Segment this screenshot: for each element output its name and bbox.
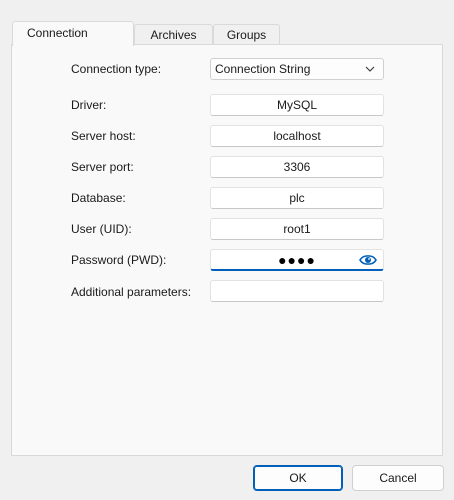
tab-archives[interactable]: Archives bbox=[134, 24, 213, 45]
password-value: ●●●● bbox=[278, 251, 316, 268]
password-field[interactable]: ●●●● bbox=[210, 249, 384, 271]
additional-parameters-field[interactable] bbox=[210, 280, 384, 302]
tab-connection-label: Connection bbox=[27, 26, 88, 40]
ok-button-label: OK bbox=[289, 471, 307, 485]
tab-connection[interactable]: Connection bbox=[12, 21, 134, 46]
driver-field[interactable]: MySQL bbox=[210, 94, 384, 116]
connection-panel: Connection type: Connection String Drive… bbox=[11, 44, 443, 456]
cancel-button-label: Cancel bbox=[379, 471, 417, 485]
database-value: plc bbox=[289, 191, 305, 205]
connection-type-select[interactable]: Connection String bbox=[210, 58, 384, 80]
additional-parameters-label: Additional parameters: bbox=[71, 285, 192, 299]
driver-label: Driver: bbox=[71, 98, 107, 112]
database-field[interactable]: plc bbox=[210, 187, 384, 209]
connection-type-label: Connection type: bbox=[71, 62, 162, 76]
tab-groups[interactable]: Groups bbox=[213, 24, 280, 45]
user-field[interactable]: root1 bbox=[210, 218, 384, 240]
database-label: Database: bbox=[71, 191, 126, 205]
connection-type-value: Connection String bbox=[215, 62, 311, 76]
tab-archives-label: Archives bbox=[150, 28, 197, 42]
server-port-field[interactable]: 3306 bbox=[210, 156, 384, 178]
server-port-label: Server port: bbox=[71, 160, 134, 174]
server-port-value: 3306 bbox=[283, 160, 311, 174]
server-host-field[interactable]: localhost bbox=[210, 125, 384, 147]
user-label: User (UID): bbox=[71, 222, 132, 236]
tab-groups-label: Groups bbox=[226, 28, 267, 42]
ok-button[interactable]: OK bbox=[253, 465, 343, 491]
password-label: Password (PWD): bbox=[71, 253, 167, 267]
cancel-button[interactable]: Cancel bbox=[352, 465, 444, 491]
user-value: root1 bbox=[283, 222, 311, 236]
eye-icon[interactable] bbox=[359, 253, 377, 267]
server-host-value: localhost bbox=[273, 129, 321, 143]
chevron-down-icon bbox=[365, 66, 375, 72]
connection-dialog: Connection Archives Groups Connection ty… bbox=[0, 0, 454, 500]
server-host-label: Server host: bbox=[71, 129, 136, 143]
driver-value: MySQL bbox=[276, 98, 317, 112]
